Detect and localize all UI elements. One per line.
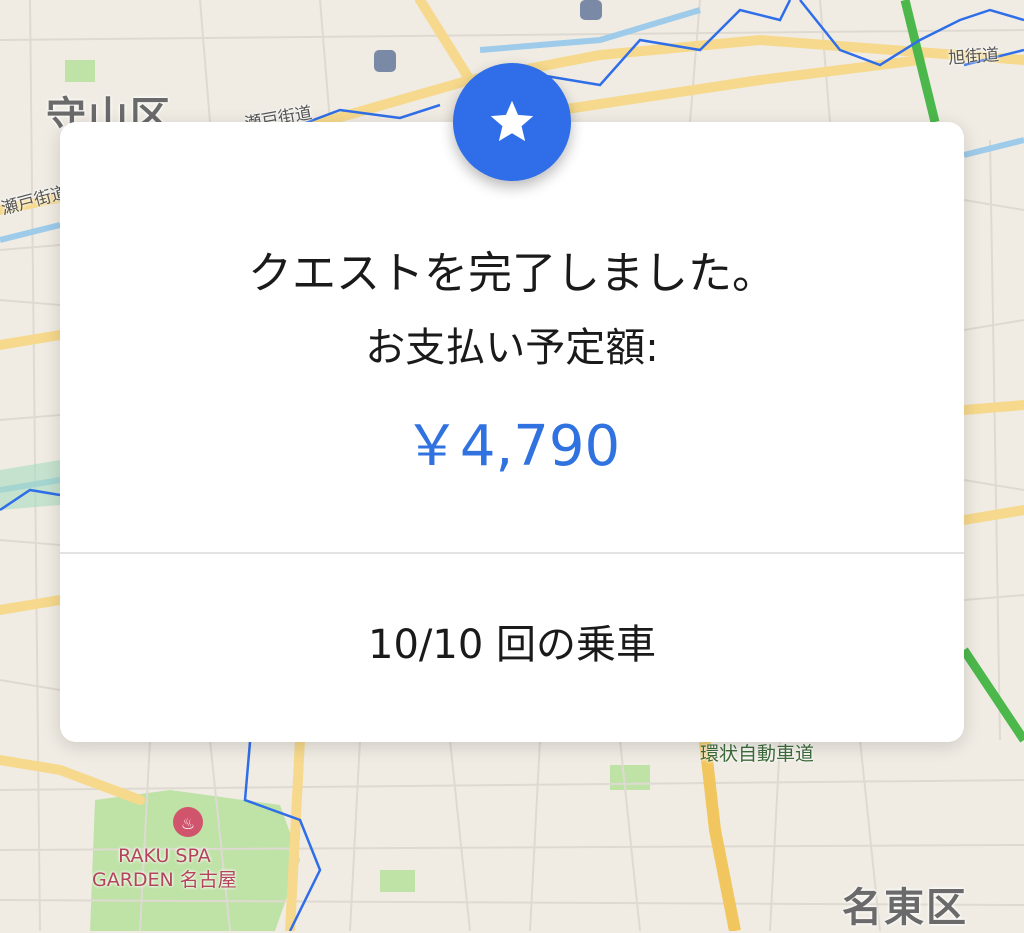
payment-amount: ￥4,790: [403, 414, 621, 479]
expressway-label: 環状自動車道: [700, 742, 814, 766]
poi-name-line1: RAKU SPA: [118, 845, 211, 867]
park-area: [65, 60, 95, 82]
train-station-icon: [374, 50, 396, 72]
train-station-icon: [580, 0, 602, 20]
area-label-meito: 名東区: [842, 885, 968, 931]
quest-complete-title: クエストを完了しました。: [248, 248, 776, 299]
rides-progress: 10/10 回の乗車: [368, 622, 656, 668]
quest-badge: [453, 63, 571, 181]
payment-label: お支払い予定額:: [365, 325, 659, 371]
quest-complete-card: クエストを完了しました。 お支払い予定額: ￥4,790 10/10 回の乗車: [60, 122, 964, 742]
poi-label[interactable]: RAKU SPA GARDEN 名古屋: [92, 844, 237, 892]
park-area: [610, 765, 650, 790]
divider: [60, 552, 964, 554]
road-label-asahi: 旭街道: [947, 45, 1000, 69]
park-area: [380, 870, 415, 892]
svg-text:♨: ♨: [181, 814, 195, 833]
star-icon: [490, 100, 534, 142]
poi-name-line2: GARDEN 名古屋: [92, 869, 237, 891]
